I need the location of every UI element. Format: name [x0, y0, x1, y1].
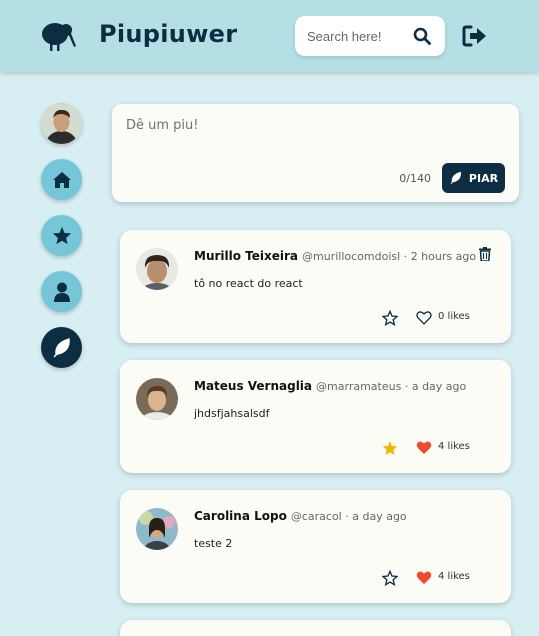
- like-count: 0 likes: [438, 311, 470, 322]
- piu-composer: 0/140 PIAR: [112, 104, 519, 202]
- author-avatar[interactable]: [136, 508, 178, 550]
- star-icon: [52, 226, 71, 245]
- feather-icon: [450, 171, 461, 185]
- sidebar-item-profile[interactable]: [41, 271, 82, 312]
- post-card: Carolina Lopo @caracol · a day ago teste …: [120, 490, 511, 603]
- heart-outline-icon[interactable]: [416, 310, 432, 325]
- piu-input[interactable]: [126, 118, 496, 158]
- piar-button[interactable]: PIAR: [442, 163, 505, 193]
- sidebar-item-piu[interactable]: [41, 327, 82, 368]
- author-handle: @marramateus: [316, 380, 402, 393]
- post-text: teste 2: [194, 537, 233, 550]
- author-name[interactable]: Murillo Teixeira: [194, 249, 298, 263]
- like-count: 4 likes: [438, 441, 470, 452]
- sidebar-item-favorites[interactable]: [41, 215, 82, 256]
- post-author: Carolina Lopo @caracol · a day ago: [194, 509, 407, 523]
- heart-filled-icon[interactable]: [416, 570, 432, 585]
- feather-icon: [53, 337, 70, 357]
- post-card: Murillo Teixeira @murillocomdoisl · 2 hou…: [120, 230, 511, 343]
- user-icon: [53, 282, 70, 302]
- author-name[interactable]: Carolina Lopo: [194, 509, 287, 523]
- post-time: 2 hours ago: [410, 250, 477, 263]
- sign-out-icon[interactable]: [462, 25, 488, 47]
- sidebar-profile-avatar[interactable]: [41, 103, 82, 144]
- author-name[interactable]: Mateus Vernaglia: [194, 379, 312, 393]
- heart-filled-icon[interactable]: [416, 440, 432, 455]
- search-icon[interactable]: [413, 27, 431, 45]
- piar-button-label: PIAR: [468, 171, 499, 185]
- top-bar: Piupiuwer: [0, 0, 539, 72]
- sidebar-item-home[interactable]: [41, 159, 82, 200]
- trash-icon[interactable]: [479, 247, 491, 261]
- post-time: a day ago: [352, 510, 407, 523]
- like-count: 4 likes: [438, 571, 470, 582]
- author-handle: @caracol: [290, 510, 342, 523]
- author-handle: @murillocomdoisl: [302, 250, 401, 263]
- character-counter: 0/140: [399, 172, 431, 185]
- star-outline-icon[interactable]: [382, 570, 398, 586]
- home-icon: [52, 171, 71, 188]
- post-text: jhdsfjahsalsdf: [194, 407, 270, 420]
- post-card-partial: [120, 620, 511, 636]
- kiwi-bird-icon[interactable]: [40, 20, 76, 52]
- star-outline-icon[interactable]: [382, 310, 398, 326]
- author-avatar[interactable]: [136, 378, 178, 420]
- author-avatar[interactable]: [136, 248, 178, 290]
- brand-title[interactable]: Piupiuwer: [99, 20, 237, 48]
- search-input[interactable]: [307, 26, 407, 46]
- star-filled-icon[interactable]: [382, 440, 398, 456]
- post-author: Mateus Vernaglia @marramateus · a day ago: [194, 379, 467, 393]
- post-text: tô no react do react: [194, 277, 303, 290]
- post-author: Murillo Teixeira @murillocomdoisl · 2 hou…: [194, 249, 477, 263]
- post-card: Mateus Vernaglia @marramateus · a day ago…: [120, 360, 511, 473]
- post-time: a day ago: [411, 380, 467, 393]
